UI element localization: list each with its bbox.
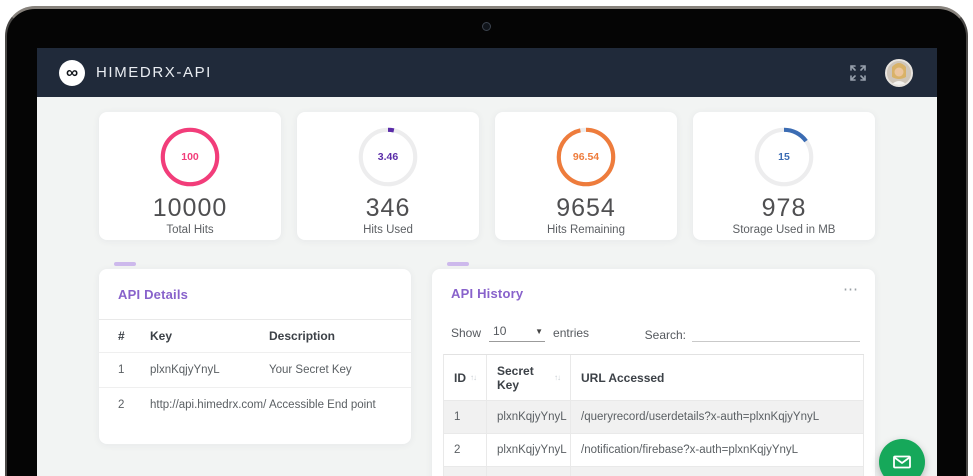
stat-label: Hits Used [363,224,413,236]
entries-label: entries [553,326,589,340]
table-row-partial [444,467,864,476]
app-screen: ∞ HIMEDRX-API [37,48,937,476]
dashboard-content: 100 10000 Total Hits 3.46 346 Hits Used [37,97,937,476]
panel-accent-dash [447,262,469,266]
cell-secret-key: plxnKqjyYnyL [487,401,571,434]
panel-accent-dash [114,262,136,266]
column-header: # [118,329,150,343]
stat-value: 978 [762,194,807,223]
column-header: Description [269,329,397,343]
sort-icon: ↑↓ [554,373,560,382]
api-history-panel: API History ⋯ Show 10 ▼ entries [432,269,875,476]
cell-description: Your Secret Key [269,364,397,376]
sort-icon: ↑↓ [470,373,476,382]
table-row: 2 http://api.himedrx.com/ Accessible End… [99,387,411,422]
cell-secret-key: plxnKqjyYnyL [487,434,571,467]
stat-value: 9654 [556,194,616,223]
table-row: 1 plxnKqjyYnyL Your Secret Key [99,352,411,387]
table-row: 2 plxnKqjyYnyL /notification/firebase?x-… [444,434,864,467]
cell-id: 1 [444,401,487,434]
chevron-down-icon: ▼ [535,327,543,336]
ring-percent: 100 [158,125,222,189]
table-row: 1 plxnKqjyYnyL /queryrecord/userdetails?… [444,401,864,434]
cell-index: 2 [118,399,150,411]
progress-ring: 15 [752,125,816,189]
column-header-url[interactable]: URL Accessed [571,355,864,401]
progress-ring: 3.46 [356,125,420,189]
stat-card-hits-remaining: 96.54 9654 Hits Remaining [495,112,677,240]
history-header-row: ID↑↓ Secret Key↑↓ URL Accessed [444,355,864,401]
stat-label: Hits Remaining [547,224,625,236]
ring-percent: 15 [752,125,816,189]
api-details-panel: API Details # Key Description 1 plxnKqjy… [99,269,411,444]
camera-dot-icon [482,22,491,31]
progress-ring: 96.54 [554,125,618,189]
stat-cards-row: 100 10000 Total Hits 3.46 346 Hits Used [99,112,875,240]
tablet-device: ∞ HIMEDRX-API [0,0,973,476]
top-navbar: ∞ HIMEDRX-API [37,48,937,97]
user-avatar[interactable] [885,59,913,87]
infinity-logo-icon: ∞ [59,60,85,86]
api-history-title: API History [451,286,523,301]
ring-percent: 3.46 [356,125,420,189]
cell-key: http://api.himedrx.com/ [150,399,269,411]
stat-value: 346 [366,194,411,223]
cell-description: Accessible End point [269,399,397,411]
search-label: Search: [645,328,686,342]
stat-value: 10000 [153,194,228,223]
datatable-controls: Show 10 ▼ entries Search: [443,323,864,342]
envelope-icon [891,451,913,473]
column-header-secret-key[interactable]: Secret Key↑↓ [487,355,571,401]
details-header-row: # Key Description [99,320,411,352]
column-header-id[interactable]: ID↑↓ [444,355,487,401]
history-table: ID↑↓ Secret Key↑↓ URL Accessed 1 plxnKq [443,354,864,476]
column-header: Key [150,329,269,343]
cell-url: /notification/firebase?x-auth=plxnKqjyYn… [571,434,864,467]
show-label: Show [451,326,481,340]
stat-card-hits-used: 3.46 346 Hits Used [297,112,479,240]
panel-menu-icon[interactable]: ⋯ [843,286,860,294]
search-input[interactable] [692,324,860,342]
cell-id: 2 [444,434,487,467]
api-details-title: API Details [118,287,188,302]
brand[interactable]: ∞ HIMEDRX-API [59,60,212,86]
cell-url: /queryrecord/userdetails?x-auth=plxnKqjy… [571,401,864,434]
brand-name: HIMEDRX-API [96,64,212,81]
stat-label: Total Hits [166,224,213,236]
entries-select[interactable]: 10 ▼ [489,323,545,342]
stat-card-storage-used: 15 978 Storage Used in MB [693,112,875,240]
ring-percent: 96.54 [554,125,618,189]
stat-card-total-hits: 100 10000 Total Hits [99,112,281,240]
cell-key: plxnKqjyYnyL [150,364,269,376]
cell-index: 1 [118,364,150,376]
entries-select-value: 10 [493,324,506,338]
stat-label: Storage Used in MB [733,224,836,236]
fullscreen-icon[interactable] [849,64,867,82]
progress-ring: 100 [158,125,222,189]
